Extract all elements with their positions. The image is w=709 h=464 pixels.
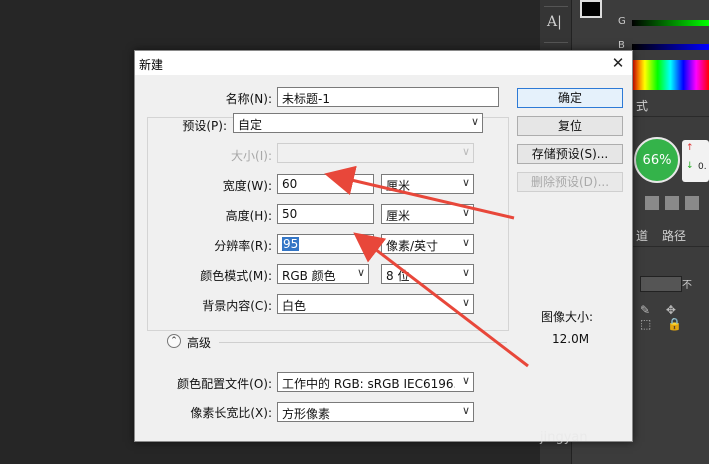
background-value: 白色 [282, 299, 307, 313]
resolution-unit-select[interactable]: 像素/英寸 ∨ [381, 234, 474, 254]
chevron-down-icon: ∨ [461, 206, 470, 219]
speed-value: 0. [698, 162, 707, 172]
close-icon[interactable]: ✕ [610, 54, 626, 72]
chevron-down-icon: ∨ [461, 266, 470, 279]
new-document-dialog: 新建 ✕ 名称(N): 未标题-1 预设(P): 自定 ∨ 大小(I): ∨ 宽… [134, 50, 633, 442]
chevron-up-icon[interactable]: ⌃ [167, 334, 181, 348]
slider-g-label: G [618, 16, 626, 27]
arrow-up-icon: ↑ [686, 143, 694, 153]
advanced-label[interactable]: 高级 [187, 334, 211, 351]
layer-filter-field[interactable] [640, 276, 682, 292]
green-slider[interactable] [632, 20, 709, 26]
lock-icons[interactable]: ✎ ✥ ⬚ 🔒 [640, 303, 709, 331]
chevron-down-icon: ∨ [461, 236, 470, 249]
adjustment-icons [645, 196, 709, 214]
ok-button[interactable]: 确定 [517, 88, 623, 108]
tool-separator [544, 6, 568, 7]
name-label: 名称(N): [225, 92, 272, 106]
preset-label: 预设(P): [182, 119, 227, 133]
preset-value: 自定 [238, 118, 263, 132]
background-select[interactable]: 白色 ∨ [277, 294, 474, 314]
advanced-divider [219, 342, 507, 343]
watermark: jingyan [540, 430, 588, 445]
width-unit-value: 厘米 [386, 179, 411, 193]
resolution-label: 分辨率(R): [214, 239, 272, 253]
width-unit-select[interactable]: 厘米 ∨ [381, 174, 474, 194]
height-unit-select[interactable]: 厘米 ∨ [381, 204, 474, 224]
performance-gauge: 66% [634, 137, 680, 183]
chevron-down-icon: ∨ [356, 266, 365, 279]
image-size-label: 图像大小: [541, 310, 594, 324]
background-label: 背景内容(C): [202, 299, 272, 313]
dialog-titlebar[interactable]: 新建 ✕ [135, 51, 632, 75]
adjust-icon[interactable] [665, 196, 679, 210]
tab-styles[interactable]: 式 [636, 97, 648, 114]
bit-depth-value: 8 位 [386, 269, 410, 283]
chevron-down-icon: ∨ [461, 404, 470, 417]
chevron-down-icon: ∨ [461, 145, 470, 158]
tab-paths[interactable]: 路径 [662, 227, 686, 244]
resolution-input[interactable]: 95 [277, 234, 374, 254]
width-input[interactable]: 60 [277, 174, 374, 194]
arrow-down-icon: ↓ [686, 161, 694, 171]
tool-separator [544, 42, 568, 43]
resolution-value: 95 [282, 237, 300, 251]
pixel-aspect-value: 方形像素 [282, 407, 331, 421]
character-panel-icon[interactable]: A| [547, 14, 565, 36]
reset-button[interactable]: 复位 [517, 116, 623, 136]
adjust-icon[interactable] [685, 196, 699, 210]
chevron-down-icon: ∨ [461, 296, 470, 309]
color-mode-label: 颜色模式(M): [200, 269, 272, 283]
color-spectrum[interactable] [632, 60, 709, 90]
save-preset-button[interactable]: 存储预设(S)... [517, 144, 623, 164]
resolution-unit-value: 像素/英寸 [386, 239, 439, 253]
layer-lock-label: 不 [682, 280, 692, 291]
blue-slider[interactable] [632, 44, 709, 50]
dialog-title: 新建 [139, 58, 164, 72]
color-profile-select[interactable]: 工作中的 RGB: sRGB IEC6196... ∨ [277, 372, 474, 392]
name-input[interactable]: 未标题-1 [277, 87, 499, 107]
chevron-down-icon: ∨ [470, 115, 479, 128]
chevron-down-icon: ∨ [461, 374, 470, 387]
size-select[interactable]: ∨ [277, 143, 474, 163]
pixel-aspect-select[interactable]: 方形像素 ∨ [277, 402, 474, 422]
height-input[interactable]: 50 [277, 204, 374, 224]
foreground-color-swatch[interactable] [580, 0, 602, 18]
tab-channels[interactable]: 道 [636, 227, 648, 244]
height-label: 高度(H): [225, 209, 272, 223]
preset-select[interactable]: 自定 ∨ [233, 113, 483, 133]
width-label: 宽度(W): [222, 179, 272, 193]
pixel-aspect-label: 像素长宽比(X): [190, 406, 272, 420]
panel-divider [632, 246, 709, 247]
image-size-value: 12.0M [552, 332, 590, 346]
bit-depth-select[interactable]: 8 位 ∨ [381, 264, 474, 284]
chevron-down-icon: ∨ [461, 176, 470, 189]
panel-divider [632, 116, 709, 117]
color-profile-value: 工作中的 RGB: sRGB IEC6196... [282, 377, 455, 391]
adjust-icon[interactable] [645, 196, 659, 210]
color-mode-select[interactable]: RGB 颜色 ∨ [277, 264, 369, 284]
size-label: 大小(I): [231, 149, 272, 163]
color-mode-value: RGB 颜色 [282, 269, 336, 283]
color-profile-label: 颜色配置文件(O): [177, 377, 272, 391]
delete-preset-button: 删除预设(D)... [517, 172, 623, 192]
height-unit-value: 厘米 [386, 209, 411, 223]
